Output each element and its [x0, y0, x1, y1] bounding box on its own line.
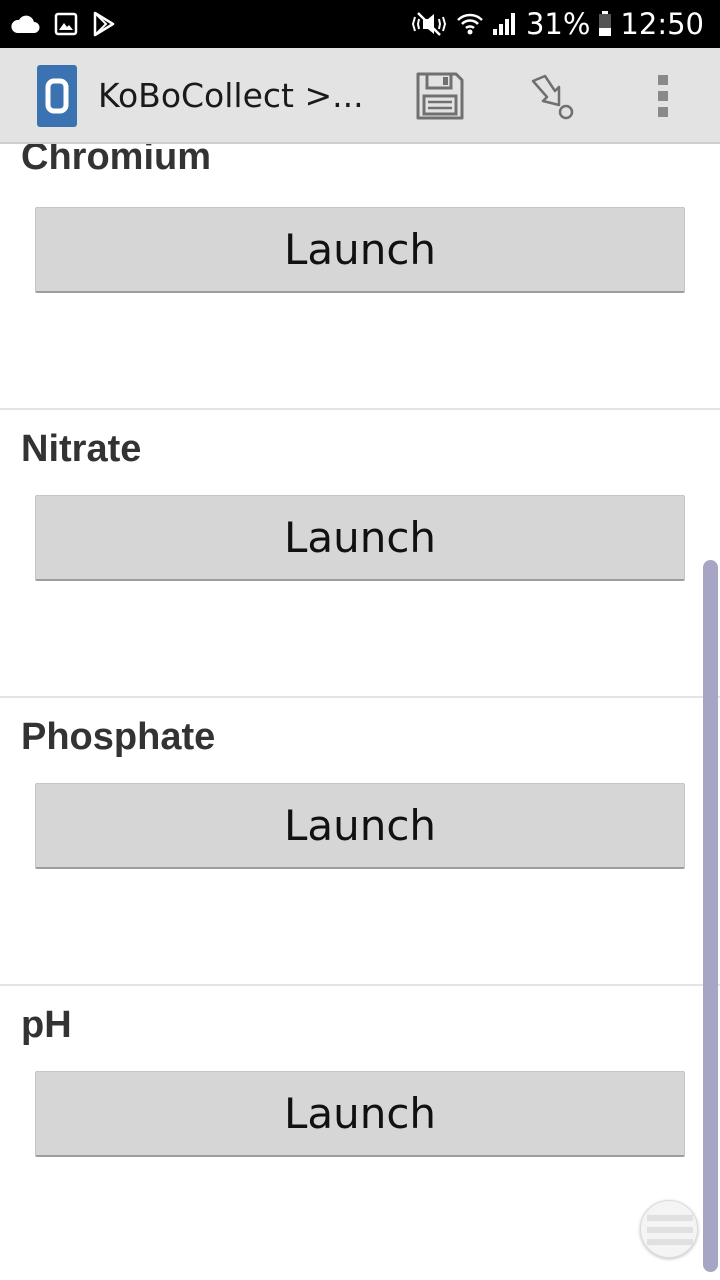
action-bar: KoBoCollect >...	[0, 48, 720, 144]
status-bar-notifications	[10, 8, 116, 40]
mute-icon	[410, 11, 448, 37]
launch-button[interactable]: Launch	[35, 783, 685, 869]
divider	[0, 408, 720, 410]
image-icon	[54, 12, 78, 36]
preview-line	[647, 1239, 693, 1245]
cloud-icon	[10, 14, 40, 34]
play-store-icon	[92, 11, 116, 37]
app-title[interactable]: KoBoCollect >...	[98, 76, 364, 115]
go-to-prompt-button[interactable]	[522, 62, 578, 130]
question-label: Chromium	[21, 144, 211, 178]
question-chromium: Chromium Launch	[0, 144, 720, 416]
kobo-logo-icon	[45, 78, 69, 114]
launch-button[interactable]: Launch	[35, 495, 685, 581]
form-content: Chromium Launch Nitrate Launch Phosphate…	[0, 144, 720, 1280]
clock: 12:50	[620, 7, 704, 41]
question-label: Phosphate	[21, 716, 216, 758]
divider	[0, 696, 720, 698]
question-label: pH	[21, 1004, 72, 1046]
question-nitrate: Nitrate Launch	[0, 426, 720, 714]
divider	[0, 984, 720, 986]
overflow-menu-icon	[658, 75, 668, 117]
question-phosphate: Phosphate Launch	[0, 714, 720, 1002]
question-ph: pH Launch	[0, 1002, 720, 1280]
app-logo[interactable]	[37, 65, 77, 127]
battery-icon	[598, 11, 612, 37]
question-label: Nitrate	[21, 428, 142, 470]
launch-button[interactable]: Launch	[35, 1071, 685, 1157]
status-bar: 31% 12:50	[0, 0, 720, 48]
signal-icon	[492, 12, 518, 36]
status-bar-system: 31% 12:50	[410, 6, 704, 42]
battery-percent: 31%	[525, 7, 591, 41]
floating-preview-bubble[interactable]	[640, 1200, 698, 1258]
preview-line	[647, 1227, 693, 1233]
save-icon	[416, 72, 464, 120]
save-button[interactable]	[412, 62, 468, 130]
launch-button[interactable]: Launch	[35, 207, 685, 293]
scrollbar[interactable]	[703, 560, 718, 1272]
go-to-prompt-icon	[531, 74, 574, 120]
wifi-icon	[456, 11, 484, 37]
overflow-menu-button[interactable]	[642, 62, 684, 130]
preview-line	[647, 1215, 693, 1221]
